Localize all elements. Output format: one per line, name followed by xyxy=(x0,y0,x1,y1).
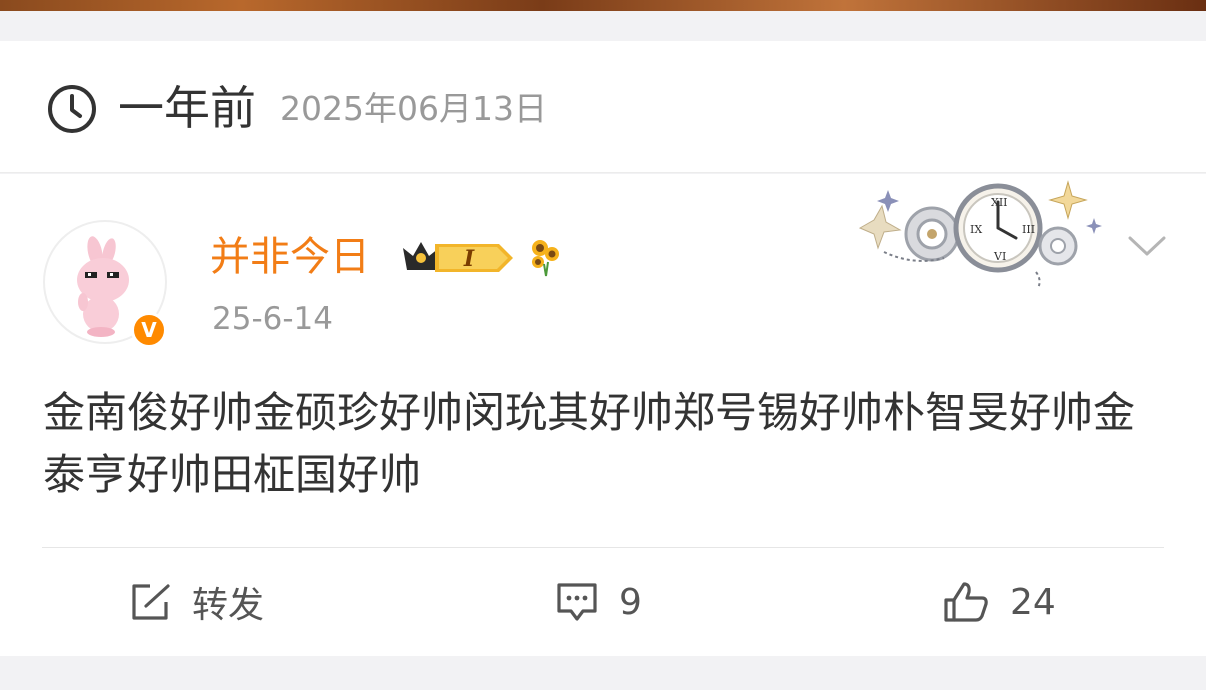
memory-relative-label: 一年前 xyxy=(118,81,256,135)
top-banner-image xyxy=(0,0,1206,11)
like-button[interactable]: 24 xyxy=(942,572,1056,632)
post-text: 金南俊好帅金硕珍好帅闵玧其好帅郑号锡好帅朴智旻好帅金泰亨好帅田柾国好帅 xyxy=(43,388,1136,499)
memory-date: 2025年06月13日 xyxy=(280,89,547,128)
verified-badge-icon: V xyxy=(131,312,167,348)
sunflower-icon xyxy=(532,240,559,277)
comment-count: 9 xyxy=(619,581,642,623)
comment-button[interactable]: 9 xyxy=(555,572,642,632)
svg-text:XII: XII xyxy=(991,196,1008,209)
repost-label: 转发 xyxy=(192,585,265,626)
clock-icon xyxy=(48,85,96,133)
svg-text:IX: IX xyxy=(970,223,982,236)
share-edit-icon xyxy=(132,584,170,620)
repost-button[interactable]: 转发 xyxy=(128,572,264,632)
thumbs-up-icon xyxy=(944,582,988,622)
chevron-down-icon[interactable] xyxy=(1126,232,1168,262)
like-count: 24 xyxy=(1010,581,1056,623)
clock-gear-decoration: XII III VI IX xyxy=(858,180,1102,289)
username[interactable]: 并非今日 xyxy=(210,233,370,281)
vip-level-label: I xyxy=(463,246,475,272)
divider xyxy=(42,547,1164,548)
bottom-gap xyxy=(0,656,1206,690)
crown-vip-icon[interactable]: I xyxy=(399,234,517,278)
svg-text:VI: VI xyxy=(993,250,1006,263)
post-time: 25-6-14 xyxy=(212,301,333,337)
comment-icon xyxy=(557,583,597,621)
top-gap xyxy=(0,11,1206,41)
svg-text:III: III xyxy=(1022,223,1035,236)
